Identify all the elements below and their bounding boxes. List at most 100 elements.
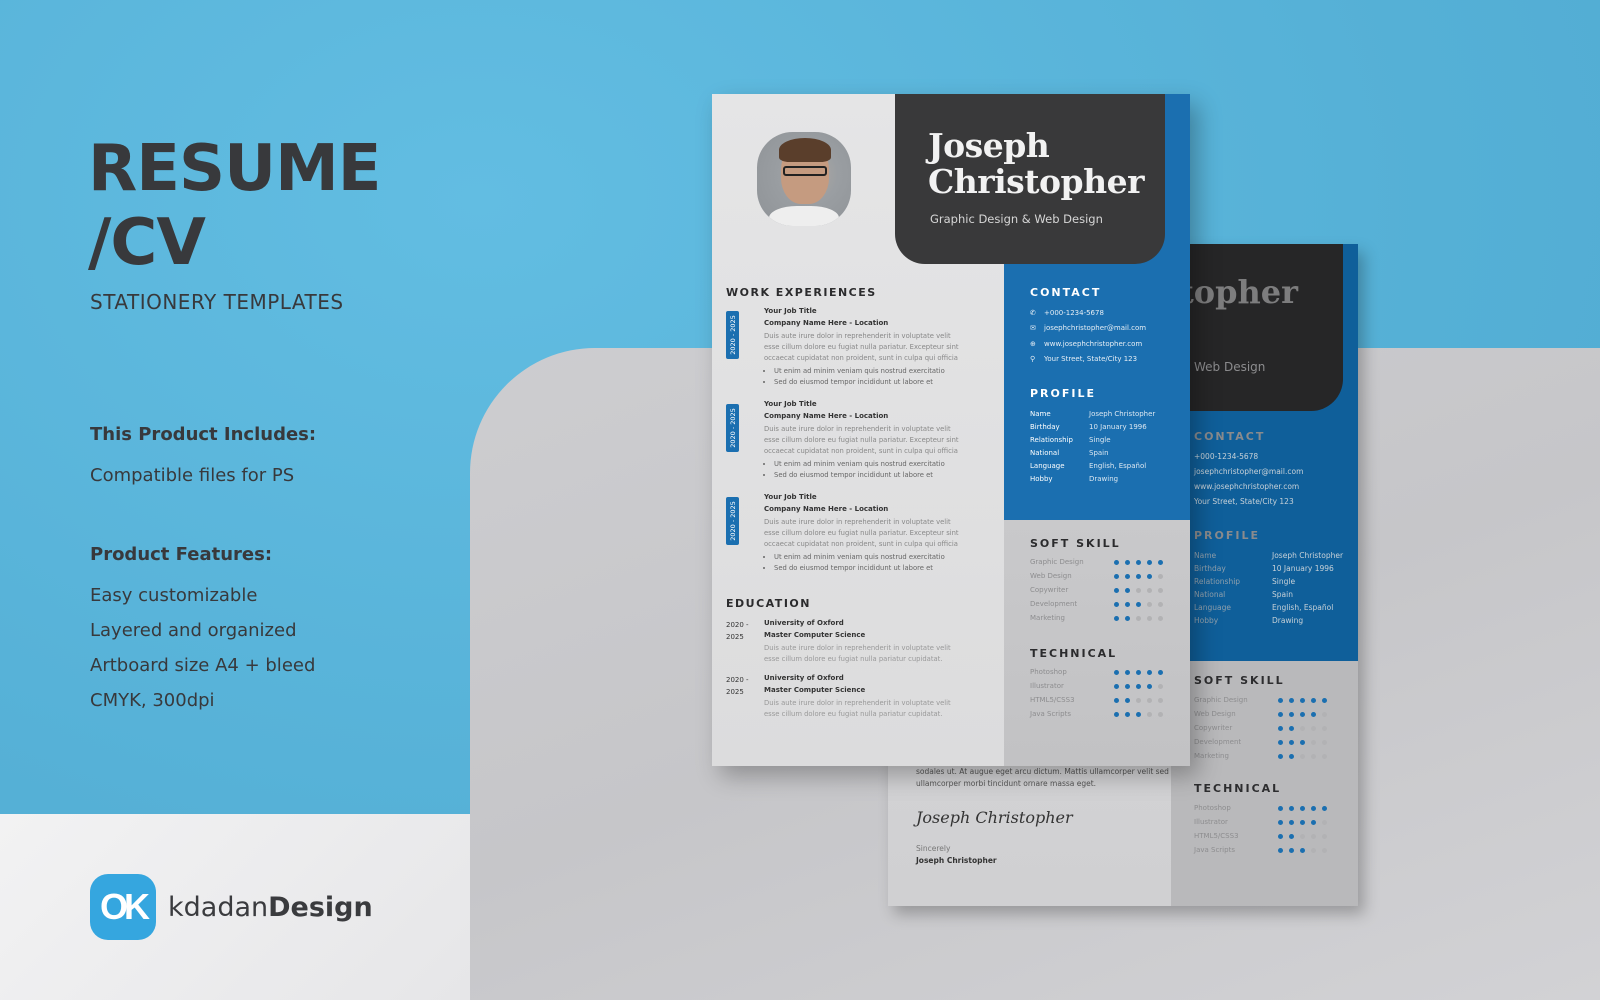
cover-profile-row: Relationship Single: [1194, 577, 1296, 586]
cover-contact-row: Your Street, State/City 123: [1194, 497, 1294, 506]
rating-dot-filled: [1289, 834, 1294, 839]
rating-dot-filled: [1158, 560, 1163, 565]
profile-row: National Spain: [1030, 449, 1109, 457]
promo-title-line2: /CV: [88, 206, 206, 280]
rating-dot-empty: [1158, 616, 1163, 621]
skill-name: Web Design: [1194, 710, 1236, 718]
features-heading: Product Features:: [90, 544, 273, 565]
skill-name: HTML5/CSS3: [1194, 832, 1239, 840]
skill-rating: [1278, 740, 1327, 745]
rating-dot-filled: [1125, 560, 1130, 565]
rating-dot-filled: [1114, 712, 1119, 717]
skill-name: Illustrator: [1194, 818, 1228, 826]
job-company: Company Name Here - Location: [764, 505, 889, 513]
rating-dot-empty: [1158, 712, 1163, 717]
rating-dot-empty: [1158, 698, 1163, 703]
rating-dot-filled: [1114, 684, 1119, 689]
cover-contact-title: CONTACT: [1194, 430, 1266, 443]
skill-row: Web Design: [1194, 710, 1344, 720]
rating-dot-filled: [1114, 602, 1119, 607]
cover-contact-row: www.josephchristopher.com: [1194, 482, 1300, 491]
education-title: EDUCATION: [726, 597, 811, 610]
rating-dot-filled: [1278, 820, 1283, 825]
rating-dot-filled: [1125, 602, 1130, 607]
rating-dot-empty: [1147, 588, 1152, 593]
skill-rating: [1278, 806, 1327, 811]
promo-title: RESUME /CV: [88, 132, 381, 280]
rating-dot-filled: [1278, 698, 1283, 703]
rating-dot-filled: [1114, 670, 1119, 675]
skill-name: Photoshop: [1030, 668, 1067, 676]
job-title: Your Job Title: [764, 307, 817, 315]
location-pin-icon: ⚲: [1030, 355, 1036, 363]
job-bullets: Ut enim ad minim veniam quis nostrud exe…: [774, 366, 945, 388]
skill-rating: [1278, 726, 1327, 731]
rating-dot-filled: [1289, 754, 1294, 759]
rating-dot-empty: [1322, 726, 1327, 731]
profile-row: Hobby Drawing: [1030, 475, 1119, 483]
skill-row: Photoshop: [1030, 668, 1180, 678]
job-company: Company Name Here - Location: [764, 412, 889, 420]
rating-dot-filled: [1136, 560, 1141, 565]
skill-row: Graphic Design: [1030, 558, 1180, 568]
rating-dot-filled: [1289, 848, 1294, 853]
skill-name: Development: [1194, 738, 1242, 746]
rating-dot-empty: [1311, 726, 1316, 731]
skill-name: Development: [1030, 600, 1078, 608]
rating-dot-empty: [1322, 848, 1327, 853]
rating-dot-empty: [1322, 834, 1327, 839]
rating-dot-filled: [1114, 574, 1119, 579]
rating-dot-filled: [1125, 698, 1130, 703]
feature-item: CMYK, 300dpi: [90, 690, 215, 711]
brand-logo-icon: OK: [90, 874, 156, 940]
rating-dot-empty: [1158, 588, 1163, 593]
skill-row: Development: [1194, 738, 1344, 748]
profile-photo: [757, 132, 851, 226]
rating-dot-filled: [1147, 670, 1152, 675]
skill-rating: [1114, 712, 1163, 717]
feature-item: Artboard size A4 + bleed: [90, 655, 316, 676]
rating-dot-empty: [1158, 574, 1163, 579]
skill-name: Photoshop: [1194, 804, 1231, 812]
includes-heading: This Product Includes:: [90, 424, 317, 445]
cover-soft-skill-title: SOFT SKILL: [1194, 674, 1285, 687]
resume-role: Graphic Design & Web Design: [930, 212, 1103, 226]
rating-dot-filled: [1278, 806, 1283, 811]
rating-dot-empty: [1158, 602, 1163, 607]
resume-sidebar-gray: [1004, 520, 1190, 766]
rating-dot-filled: [1158, 670, 1163, 675]
skill-row: Web Design: [1030, 572, 1180, 582]
skill-rating: [1278, 848, 1327, 853]
skill-name: Web Design: [1030, 572, 1072, 580]
rating-dot-filled: [1300, 848, 1305, 853]
job-description: Duis aute irure dolor in reprehenderit i…: [764, 332, 959, 362]
cover-technical-title: TECHNICAL: [1194, 782, 1282, 795]
skill-row: Marketing: [1030, 614, 1180, 624]
signature: Joseph Christopher: [916, 808, 1073, 827]
job-description: Duis aute irure dolor in reprehenderit i…: [764, 425, 959, 455]
rating-dot-filled: [1289, 698, 1294, 703]
skill-name: HTML5/CSS3: [1030, 696, 1075, 704]
rating-dot-empty: [1300, 834, 1305, 839]
phone-icon: ✆: [1030, 309, 1036, 317]
resume-sheet: Joseph Christopher Graphic Design & Web …: [712, 94, 1190, 766]
job-description: Duis aute irure dolor in reprehenderit i…: [764, 518, 959, 548]
skill-row: HTML5/CSS3: [1194, 832, 1344, 842]
skill-name: Java Scripts: [1030, 710, 1071, 718]
rating-dot-empty: [1322, 740, 1327, 745]
contact-email: ✉ josephchristopher@mail.com: [1030, 324, 1147, 332]
promo-title-line1: RESUME: [88, 132, 381, 206]
skill-row: Copywriter: [1194, 724, 1344, 734]
rating-dot-filled: [1300, 820, 1305, 825]
rating-dot-filled: [1114, 616, 1119, 621]
last-name: Christopher: [928, 162, 1144, 201]
skill-rating: [1278, 820, 1327, 825]
rating-dot-empty: [1136, 616, 1141, 621]
rating-dot-empty: [1147, 698, 1152, 703]
skill-row: Graphic Design: [1194, 696, 1344, 706]
cover-profile-row: Hobby Drawing: [1194, 616, 1304, 625]
profile-row: Language English, Español: [1030, 462, 1147, 470]
rating-dot-empty: [1311, 848, 1316, 853]
resume-name: Joseph Christopher: [928, 128, 1144, 200]
feature-item: Easy customizable: [90, 585, 258, 606]
